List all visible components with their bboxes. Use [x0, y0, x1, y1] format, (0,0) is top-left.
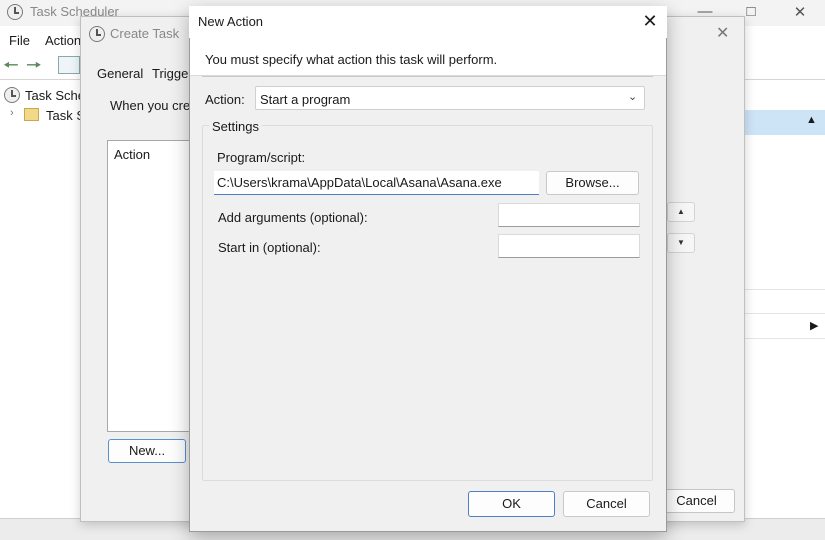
program-script-label: Program/script: — [217, 150, 306, 165]
cancel-button[interactable]: Cancel — [563, 491, 650, 517]
chevron-down-icon[interactable]: ⌄ — [628, 90, 637, 103]
start-in-input[interactable] — [498, 234, 640, 258]
add-arguments-input[interactable] — [498, 203, 640, 227]
tree-root-label: Task Sche — [25, 88, 85, 103]
move-down-icon[interactable]: ▼ — [667, 233, 695, 253]
tab-general[interactable]: General — [97, 66, 143, 81]
new-action-title: New Action — [198, 14, 264, 29]
actions-pane — [745, 80, 825, 520]
divider — [745, 289, 825, 290]
browse-button[interactable]: Browse... — [546, 171, 639, 195]
clock-icon — [7, 4, 23, 20]
action-column-header: Action — [114, 147, 151, 162]
add-arguments-label: Add arguments (optional): — [218, 210, 368, 225]
close-icon[interactable]: ✕ — [785, 3, 815, 21]
new-action-button[interactable]: New... — [108, 439, 186, 463]
console-tree-icon[interactable] — [58, 56, 80, 74]
start-in-label: Start in (optional): — [218, 240, 321, 255]
close-icon[interactable]: ✕ — [640, 11, 660, 31]
menu-action[interactable]: Action — [45, 33, 81, 48]
clock-icon — [4, 87, 20, 103]
submenu-arrow-icon[interactable]: ▶ — [810, 319, 818, 332]
divider — [745, 338, 825, 339]
ok-button[interactable]: OK — [468, 491, 555, 517]
clock-icon — [89, 26, 105, 42]
back-arrow-icon[interactable]: 🠔 — [3, 56, 23, 74]
create-task-cancel-button[interactable]: Cancel — [658, 489, 735, 513]
menu-file[interactable]: File — [9, 33, 30, 48]
divider — [745, 313, 825, 314]
settings-group-label: Settings — [209, 119, 262, 134]
tab-triggers[interactable]: Trigge — [152, 66, 188, 81]
create-task-description: When you cre — [110, 98, 191, 113]
action-type-value: Start a program — [260, 92, 351, 107]
expand-chevron-icon[interactable]: › — [10, 107, 14, 119]
header-divider — [202, 76, 653, 77]
folder-icon — [24, 108, 39, 121]
move-up-icon[interactable]: ▲ — [667, 202, 695, 222]
create-task-title: Create Task — [110, 26, 180, 41]
action-type-label: Action: — [205, 92, 245, 107]
forward-arrow-icon[interactable]: 🠖 — [26, 56, 46, 74]
new-action-instruction: You must specify what action this task w… — [205, 52, 498, 67]
close-icon[interactable]: ✕ — [716, 23, 729, 43]
program-script-input[interactable] — [214, 171, 539, 195]
collapse-up-icon[interactable]: ▲ — [806, 114, 817, 126]
action-list[interactable]: Action — [107, 140, 197, 432]
